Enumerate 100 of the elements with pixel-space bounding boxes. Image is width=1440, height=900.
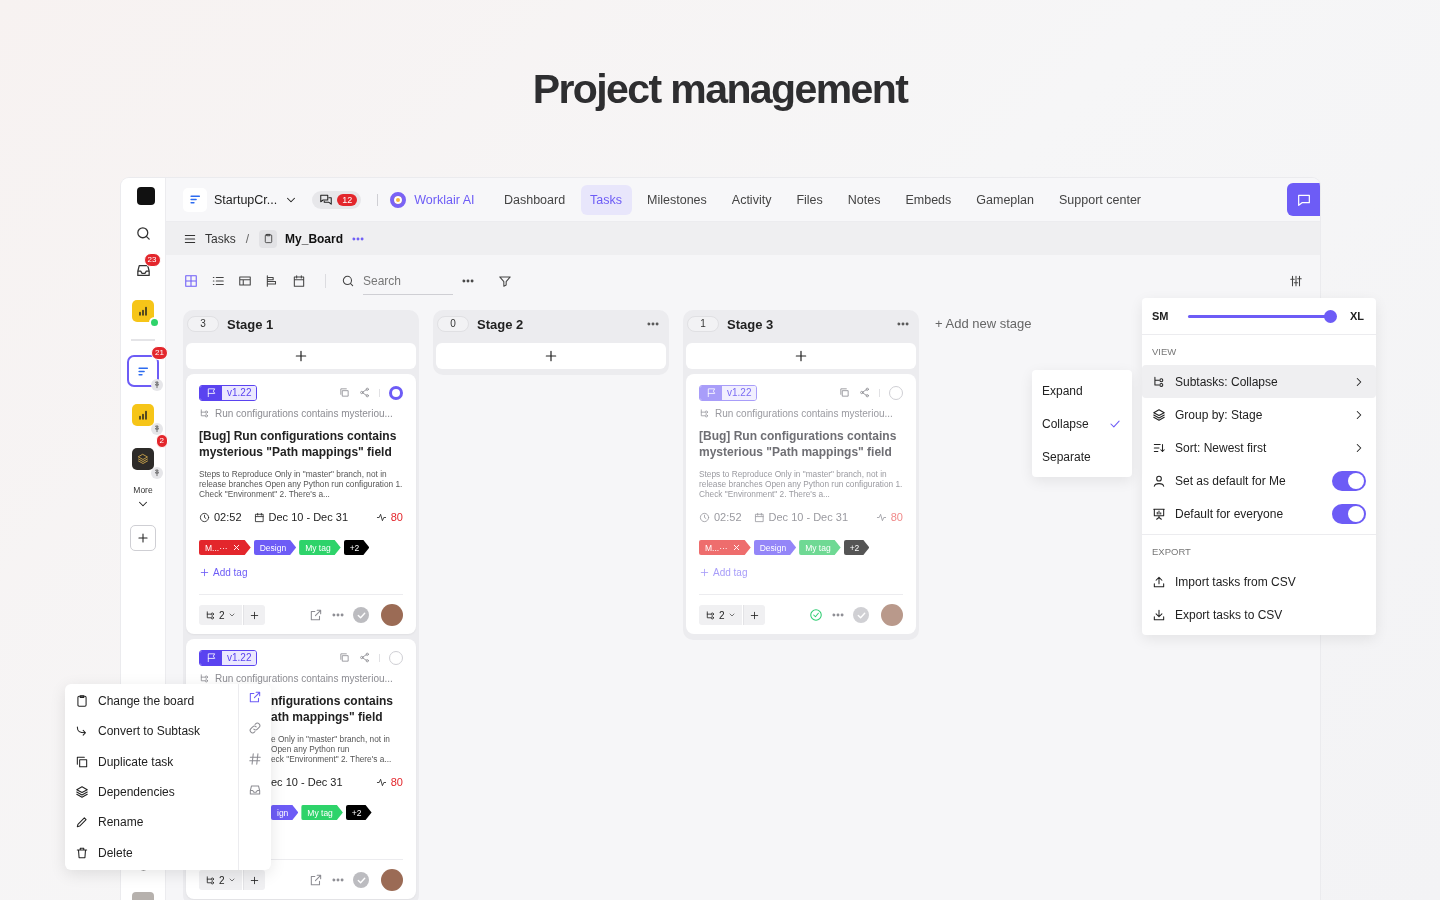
stage-title: Stage 3 (727, 316, 774, 332)
more-label[interactable]: More (133, 485, 153, 495)
external-link-icon[interactable] (309, 873, 323, 887)
plus-icon (248, 874, 260, 886)
stage-title: Stage 2 (477, 316, 524, 332)
gantt-icon (265, 274, 279, 288)
plus-icon (293, 348, 309, 364)
settings-icon[interactable] (1289, 274, 1303, 288)
check-circle-icon[interactable] (809, 608, 823, 622)
tag[interactable]: M...··· (199, 540, 251, 555)
menu-item[interactable]: Export tasks to CSV (1142, 598, 1376, 631)
status-circle[interactable] (389, 385, 403, 400)
menu-item[interactable]: Expand (1032, 374, 1132, 407)
nav-tab[interactable]: Tasks (580, 184, 632, 215)
search-icon[interactable] (134, 225, 152, 242)
plus-icon (248, 609, 260, 621)
app-logo[interactable] (137, 187, 155, 205)
menu-item[interactable]: Group by: Stage (1142, 398, 1376, 431)
external-link-icon[interactable] (309, 608, 323, 622)
menu-item[interactable]: Set as default for Me (1142, 464, 1376, 497)
subtask-icon (699, 408, 710, 419)
stage-title: Stage 1 (227, 316, 274, 332)
tag[interactable]: +2 (843, 540, 870, 555)
avatar[interactable] (381, 869, 403, 891)
toggle-switch[interactable] (1332, 470, 1366, 491)
nav-tab[interactable]: Milestones (637, 184, 717, 215)
menu-item[interactable]: Separate (1032, 440, 1132, 473)
chat-button[interactable]: 12 (312, 190, 362, 209)
menu-item[interactable]: Convert to Subtask (65, 716, 238, 747)
clock-icon (699, 511, 710, 523)
parent-task[interactable]: Run configurations contains mysteriou... (215, 673, 393, 684)
menu-item[interactable]: Subtasks: Collapse (1142, 365, 1376, 398)
nav-tab[interactable]: Activity (722, 184, 781, 215)
tag[interactable]: +2 (343, 540, 370, 555)
chat-icon (319, 192, 334, 207)
add-subtask-button[interactable] (242, 605, 265, 625)
nav-tab[interactable]: Gameplan (966, 184, 1044, 215)
menu-item[interactable]: Duplicate task (65, 746, 238, 777)
nav-tab[interactable]: Dashboard (494, 184, 575, 215)
add-subtask-button[interactable] (742, 605, 765, 625)
share-icon[interactable] (859, 387, 870, 398)
flag-icon (205, 652, 217, 663)
avatar[interactable] (881, 604, 903, 626)
chevron-down-icon (727, 611, 736, 619)
menu-item[interactable]: Sort: Newest first (1142, 431, 1376, 464)
plus-icon (543, 348, 559, 364)
filter-icon[interactable] (498, 274, 512, 288)
nav-tab[interactable]: Embeds (895, 184, 961, 215)
subtask-counter[interactable]: 2 (199, 870, 242, 890)
section-heading: EXPORT (1151, 545, 1192, 559)
add-subtask-button[interactable] (242, 870, 265, 890)
clipboard-icon (262, 233, 274, 244)
version-badge: v1.22 (699, 384, 758, 401)
parent-task[interactable]: Run configurations contains mysteriou... (215, 408, 393, 419)
add-tag-link[interactable]: Add tag (199, 567, 403, 578)
menu-item[interactable]: Change the board (65, 686, 238, 717)
breadcrumb-link[interactable]: Tasks (205, 231, 236, 246)
search-field[interactable]: Search (363, 267, 453, 295)
ai-link[interactable]: Worklair AI (390, 191, 475, 208)
list-icon (211, 274, 225, 288)
breadcrumb-separator: / (245, 231, 250, 246)
share-icon[interactable] (359, 652, 370, 663)
tag[interactable]: Design (253, 540, 297, 555)
menu-item[interactable]: Rename (65, 807, 238, 838)
hash-icon[interactable] (248, 752, 262, 766)
nav-tab[interactable]: Files (786, 184, 833, 215)
task-card[interactable] (186, 374, 416, 634)
menu-item[interactable]: Import tasks from CSV (1142, 565, 1376, 598)
chevron-down-icon (227, 876, 236, 884)
subtask-counter[interactable]: 2 (199, 605, 242, 625)
menu-item[interactable]: Dependencies (65, 776, 238, 808)
add-button[interactable] (130, 525, 156, 551)
chat-button[interactable] (1287, 183, 1320, 216)
menu-item[interactable]: Delete (65, 837, 238, 868)
tag[interactable]: +2 (345, 805, 372, 820)
avatar[interactable] (381, 604, 403, 626)
external-link-icon[interactable] (248, 690, 262, 704)
time-spent: 02:52 (214, 511, 242, 523)
arrow-icon (75, 724, 89, 739)
nav-tab[interactable]: Notes (838, 184, 890, 215)
subtask-counter[interactable]: 2 (699, 605, 742, 625)
subtask-icon (205, 609, 216, 621)
board-name[interactable]: My_Board (285, 231, 344, 246)
slider-handle[interactable] (1324, 309, 1338, 323)
section-heading: VIEW (1151, 345, 1178, 359)
task-description: Steps to Reproduce Only in "master" branch, not in release branches Open any Python run configuration 1. Check "Environment" 2. There's a... (699, 469, 903, 499)
menu-item[interactable]: Collapse (1032, 407, 1132, 440)
chevron-down-icon (227, 611, 236, 619)
nav-tab[interactable]: Support center (1049, 184, 1151, 215)
share-icon[interactable] (359, 387, 370, 398)
link-icon[interactable] (248, 721, 262, 735)
workspace-switcher[interactable]: StartupCr... (183, 187, 305, 212)
plus-icon (748, 609, 760, 621)
time-spent: 02:52 (714, 511, 742, 523)
inbox-icon[interactable] (134, 262, 152, 279)
toggle-switch[interactable] (1332, 503, 1366, 524)
menu-item[interactable]: Default for everyone (1142, 497, 1376, 530)
add-stage-button[interactable]: + Add new stage (935, 310, 1032, 331)
score: 80 (390, 511, 403, 523)
tag[interactable]: ign (271, 805, 299, 820)
